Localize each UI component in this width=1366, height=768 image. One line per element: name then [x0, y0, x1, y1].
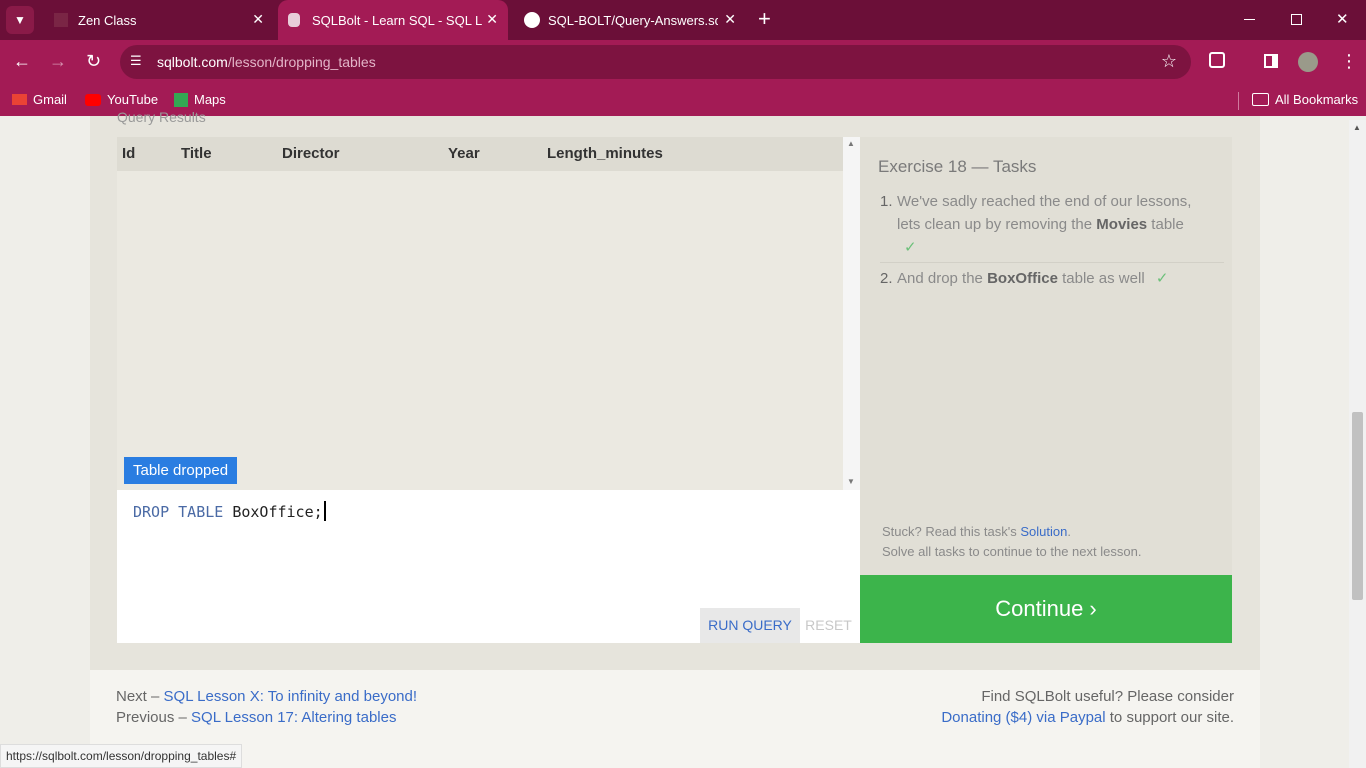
tab-search-button[interactable]: ▼: [6, 6, 34, 34]
extensions-icon[interactable]: [1209, 52, 1225, 68]
donate-line: Donating ($4) via Paypal to support our …: [941, 709, 1234, 726]
support-text: Find SQLBolt useful? Please consider: [981, 688, 1234, 705]
tab-title: Zen Class: [78, 12, 137, 28]
url-host: sqlbolt.com: [157, 54, 228, 70]
database-icon: [288, 13, 300, 27]
scroll-down-icon[interactable]: ▼: [847, 477, 855, 486]
tab-strip: ▼ Zen Class ✕ SQLBolt - Learn SQL - SQL …: [0, 0, 1366, 40]
bookmark-label: Gmail: [33, 92, 67, 107]
column-header-director: Director: [282, 145, 340, 162]
task-number: 1.: [880, 193, 893, 210]
status-bar-url: https://sqlbolt.com/lesson/dropping_tabl…: [0, 744, 243, 768]
tab-title: SQL-BOLT/Query-Answers.sql at: [548, 12, 718, 28]
run-query-button[interactable]: RUN QUERY: [700, 608, 800, 643]
bookmark-star-icon[interactable]: ☆: [1161, 51, 1177, 72]
url-path: /lesson/dropping_tables: [227, 54, 376, 70]
solve-all-text: Solve all tasks to continue to the next …: [882, 544, 1142, 559]
site-info-icon[interactable]: ☰: [130, 53, 142, 69]
reset-button[interactable]: RESET: [800, 608, 857, 643]
task-text: And drop the BoxOffice table as well ✓: [897, 267, 1210, 290]
help-text-prefix: Stuck? Read this task's: [882, 524, 1021, 539]
status-badge: Table dropped: [124, 457, 238, 484]
query-results-label: Query Results: [117, 109, 206, 125]
bookmark-youtube[interactable]: YouTube: [85, 92, 158, 107]
text-cursor: [323, 501, 326, 521]
folder-icon: [1252, 93, 1269, 106]
task-text: We've sadly reached the end of our lesso…: [897, 190, 1210, 259]
exercise-title: Exercise 18 — Tasks: [878, 157, 1037, 176]
tab-title: SQLBolt - Learn SQL - SQL Lesson: [312, 12, 482, 28]
sql-table-name: BoxOffice;: [223, 503, 323, 521]
new-tab-button[interactable]: +: [758, 6, 771, 32]
task-number: 2.: [880, 270, 893, 287]
back-icon[interactable]: ←: [13, 51, 31, 72]
restore-icon[interactable]: [1291, 14, 1302, 25]
forward-icon[interactable]: →: [49, 51, 67, 72]
tab-github[interactable]: SQL-BOLT/Query-Answers.sql at ✕: [514, 0, 750, 40]
sql-query-text[interactable]: DROP TABLE BoxOffice;: [133, 501, 326, 521]
previous-lesson-link[interactable]: SQL Lesson 17: Altering tables: [191, 709, 396, 726]
column-header-title: Title: [181, 145, 212, 162]
check-icon: ✓: [1155, 270, 1169, 287]
bookmarks-separator: [1238, 92, 1239, 110]
github-icon: [524, 12, 540, 28]
help-text: Stuck? Read this task's Solution. Solve …: [882, 522, 1141, 562]
donate-link[interactable]: Donating ($4) via Paypal: [941, 709, 1105, 726]
tab-zen-class[interactable]: Zen Class ✕: [44, 0, 274, 40]
chevron-down-icon: ▼: [14, 13, 26, 27]
side-panel-icon[interactable]: [1264, 54, 1278, 68]
results-header-row: [117, 137, 843, 171]
task-item: 1. We've sadly reached the end of our le…: [880, 190, 1210, 259]
task-text-part: table: [1147, 216, 1184, 233]
all-bookmarks-label: All Bookmarks: [1275, 92, 1359, 107]
continue-button[interactable]: Continue ›: [860, 575, 1232, 643]
column-header-id: Id: [122, 145, 136, 162]
minimize-icon[interactable]: [1244, 19, 1255, 20]
maps-icon: [174, 92, 188, 107]
task-text-part: And drop the: [897, 270, 988, 287]
column-header-year: Year: [448, 145, 480, 162]
next-prefix: Next –: [116, 688, 164, 705]
bookmark-maps[interactable]: Maps: [174, 92, 226, 107]
task-table-name: Movies: [1096, 216, 1148, 233]
query-results-table: [117, 137, 843, 490]
url-text: sqlbolt.com/lesson/dropping_tables: [157, 54, 376, 70]
menu-icon[interactable]: ⋮: [1340, 51, 1358, 72]
sql-keyword: DROP: [133, 503, 170, 521]
help-text-suffix: .: [1067, 524, 1071, 539]
all-bookmarks[interactable]: All Bookmarks: [1252, 92, 1358, 107]
bookmark-label: YouTube: [107, 92, 159, 107]
close-icon[interactable]: ✕: [252, 11, 264, 28]
sql-keyword: TABLE: [178, 503, 224, 521]
solution-link[interactable]: Solution: [1020, 524, 1067, 539]
bookmark-label: Maps: [194, 92, 226, 107]
scroll-up-icon[interactable]: ▲: [1353, 123, 1361, 132]
zen-class-favicon-icon: [54, 13, 68, 27]
close-icon[interactable]: ✕: [486, 11, 498, 28]
task-text-part: table as well: [1057, 270, 1145, 287]
task-table-name: BoxOffice: [987, 270, 1058, 287]
check-icon: ✓: [904, 239, 917, 256]
gmail-icon: [12, 94, 27, 105]
task-item: 2. And drop the BoxOffice table as well …: [880, 267, 1210, 290]
close-window-icon[interactable]: ✕: [1336, 10, 1349, 28]
avatar[interactable]: [1298, 52, 1318, 72]
divider: [880, 262, 1224, 263]
column-header-length-minutes: Length_minutes: [547, 145, 663, 162]
close-icon[interactable]: ✕: [724, 11, 736, 28]
address-bar[interactable]: ☰ sqlbolt.com/lesson/dropping_tables ☆: [120, 45, 1191, 79]
tab-sqlbolt[interactable]: SQLBolt - Learn SQL - SQL Lesson ✕: [278, 0, 508, 40]
next-lesson-link[interactable]: SQL Lesson X: To infinity and beyond!: [164, 688, 418, 705]
reload-icon[interactable]: ↻: [86, 51, 101, 72]
donate-suffix: to support our site.: [1105, 709, 1234, 726]
previous-prefix: Previous –: [116, 709, 192, 726]
youtube-icon: [85, 93, 101, 106]
next-lesson: Next – SQL Lesson X: To infinity and bey…: [116, 688, 417, 705]
scroll-up-icon[interactable]: ▲: [847, 139, 855, 148]
scrollbar-thumb[interactable]: [1352, 412, 1363, 600]
results-scrollbar[interactable]: ▲ ▼: [843, 137, 860, 490]
previous-lesson: Previous – SQL Lesson 17: Altering table…: [116, 709, 396, 726]
bookmark-gmail[interactable]: Gmail: [12, 92, 67, 107]
